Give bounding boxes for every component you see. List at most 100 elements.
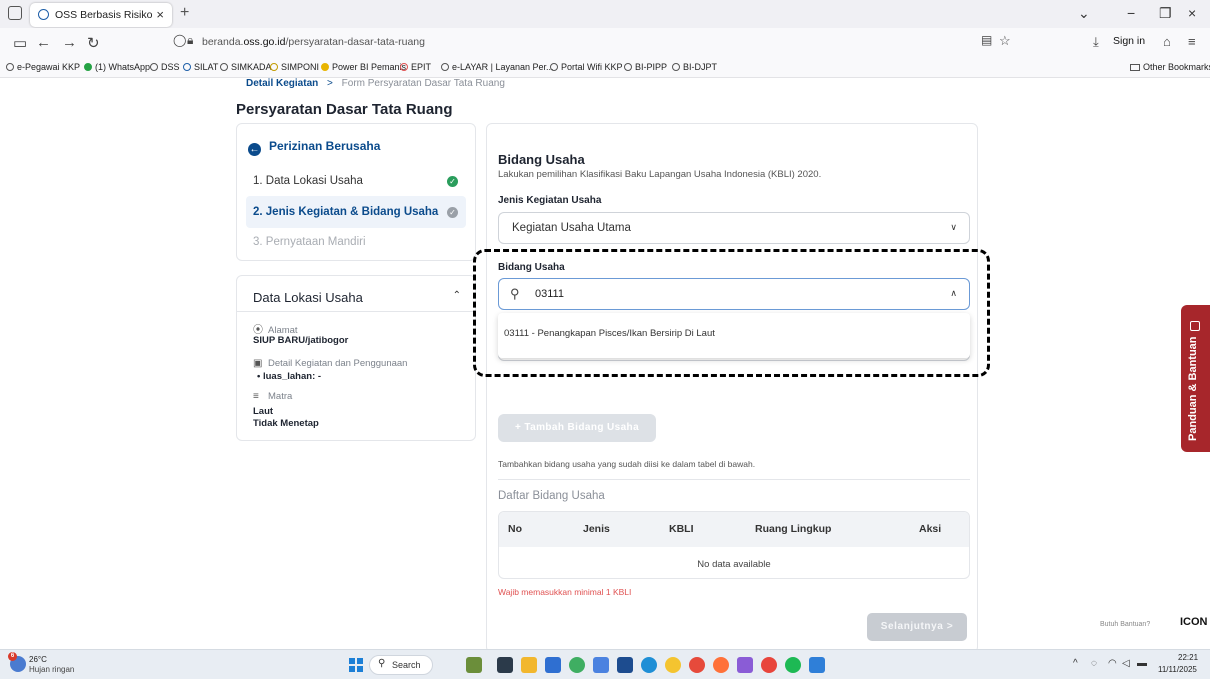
search-icon: ⚲ — [378, 658, 386, 669]
app-icon[interactable] — [593, 657, 609, 673]
os-taskbar: 6 26°C Hujan ringan ⚲ Search ^ ◌ ◠ ◁ ▬ 2… — [0, 649, 1210, 679]
chevron-up-icon[interactable]: ⌃ — [453, 290, 461, 301]
weather-description[interactable]: Hujan ringan — [29, 665, 74, 674]
app-icon[interactable] — [689, 657, 705, 673]
firefox-icon[interactable] — [713, 657, 729, 673]
jenis-kegiatan-select[interactable]: Kegiatan Usaha Utama ∨ — [498, 212, 970, 244]
browser-tab-bar: OSS Berbasis Risiko × + ⌄ − ❐ × — [0, 0, 1210, 28]
detail-value: • luas_lahan: - — [257, 371, 322, 382]
bookmark-item[interactable]: SIMPONI — [270, 62, 319, 72]
tab-close-icon[interactable]: × — [156, 7, 164, 22]
validation-error: Wajib memasukkan minimal 1 KBLI — [498, 587, 632, 597]
simponi-icon — [270, 63, 278, 71]
document-icon: ▣ — [253, 358, 263, 369]
whatsapp-icon — [84, 63, 92, 71]
tab-list-icon[interactable]: ⌄ — [1078, 5, 1090, 22]
globe-icon — [6, 63, 14, 71]
network-icon[interactable]: ◌ — [1091, 658, 1097, 669]
wifi-icon[interactable]: ◠ — [1108, 658, 1117, 669]
bookmark-item[interactable]: SIMKADA — [220, 62, 272, 72]
bookmark-item[interactable]: DSS — [150, 62, 180, 72]
clock-time[interactable]: 22:21 — [1178, 653, 1198, 662]
map-pin-icon: ⦿ — [253, 325, 263, 336]
step-data-lokasi[interactable]: 1. Data Lokasi Usaha — [253, 175, 363, 187]
bookmark-item[interactable]: (1) WhatsApp — [84, 62, 150, 72]
taskbar-search[interactable]: ⚲ Search — [369, 655, 433, 675]
back-arrow-icon[interactable]: ← — [36, 34, 51, 51]
next-button[interactable]: Selanjutnya > — [867, 613, 967, 641]
task-view-icon[interactable] — [497, 657, 513, 673]
restore-button[interactable]: ❐ — [1159, 5, 1172, 22]
page-title: Persyaratan Dasar Tata Ruang — [236, 101, 453, 118]
forward-arrow-icon[interactable]: → — [62, 34, 77, 51]
chrome-icon[interactable] — [761, 657, 777, 673]
matra-value-2: Tidak Menetap — [253, 418, 319, 429]
breadcrumb-link[interactable]: Detail Kegiatan — [246, 78, 318, 89]
bookmark-item[interactable]: Portal Wifi KKP — [550, 62, 623, 72]
spotify-icon[interactable] — [785, 657, 801, 673]
weather-temperature[interactable]: 26°C — [29, 655, 47, 664]
breadcrumb: Detail Kegiatan > Form Persyaratan Dasar… — [246, 78, 505, 89]
store-icon[interactable] — [545, 657, 561, 673]
check-circle-icon: ✓ — [447, 176, 458, 187]
bookmark-item[interactable]: e-Pegawai KKP — [6, 62, 80, 72]
app-icon[interactable] — [665, 657, 681, 673]
tab-overview-icon[interactable] — [8, 6, 22, 20]
bookmark-item[interactable]: EPIT — [400, 62, 431, 72]
file-explorer-icon[interactable] — [521, 657, 537, 673]
chevron-down-icon: ∨ — [950, 222, 957, 232]
sidebar-toggle-icon[interactable]: ▭ — [13, 34, 27, 52]
app-icon[interactable] — [809, 657, 825, 673]
browser-nav-bar: ▭ ← → ↻ ◯ 🔒︎ beranda.oss.go.id/persyarat… — [0, 28, 1210, 58]
app-icon[interactable] — [737, 657, 753, 673]
need-help-text[interactable]: Butuh Bantuan? — [1100, 621, 1150, 628]
bookmark-item[interactable]: BI-DJPT — [672, 62, 717, 72]
volume-icon[interactable]: ◁ — [1122, 658, 1130, 669]
reload-icon[interactable]: ↻ — [87, 34, 100, 52]
add-bidang-usaha-button[interactable]: + Tambah Bidang Usaha — [498, 414, 656, 442]
menu-icon[interactable]: ≡ — [1188, 34, 1196, 49]
edge-icon[interactable] — [641, 657, 657, 673]
matra-label: ≡ Matra — [253, 391, 293, 402]
battery-icon[interactable]: ▬ — [1137, 658, 1147, 669]
globe-icon — [441, 63, 449, 71]
detail-label: ▣ Detail Kegiatan dan Penggunaan — [253, 358, 408, 369]
url-text[interactable]: beranda.oss.go.id/persyaratan-dasar-tata… — [202, 36, 425, 48]
back-perizinan-link[interactable]: ← Perizinan Berusaha — [248, 139, 380, 156]
notification-badge: 6 — [8, 652, 17, 661]
extensions-icon[interactable]: ⌂ — [1163, 34, 1171, 49]
app-icon[interactable] — [466, 657, 482, 673]
step-jenis-kegiatan[interactable]: 2. Jenis Kegiatan & Bidang Usaha — [253, 206, 438, 218]
new-tab-button[interactable]: + — [180, 4, 189, 22]
clock-date[interactable]: 11/11/2025 — [1158, 665, 1197, 674]
other-bookmarks[interactable]: Other Bookmarks — [1130, 62, 1210, 72]
help-tab-label: Panduan & Bantuan — [1187, 336, 1199, 441]
minimize-button[interactable]: − — [1127, 5, 1135, 21]
lock-icon[interactable]: 🔒︎ — [187, 33, 193, 48]
bidang-usaha-card: Bidang Usaha Lakukan pemilihan Klasifika… — [486, 123, 978, 653]
app-icon[interactable] — [617, 657, 633, 673]
windows-start-icon[interactable] — [349, 658, 363, 672]
bookmark-item[interactable]: Power BI Pemanis — [321, 62, 406, 72]
bookmark-item[interactable]: e-LAYAR | Layanan Per... — [441, 62, 554, 72]
section-description: Lakukan pemilihan Klasifikasi Baku Lapan… — [498, 169, 822, 180]
help-tab[interactable]: Panduan & Bantuan — [1181, 305, 1210, 452]
epit-icon — [400, 63, 408, 71]
back-link-label: Perizinan Berusaha — [269, 139, 381, 153]
table-header-cell: Ruang Lingkup — [755, 523, 832, 535]
shield-icon[interactable]: ◯ — [173, 33, 186, 47]
globe-icon — [220, 63, 228, 71]
bookmark-item[interactable]: BI-PIPP — [624, 62, 667, 72]
reader-view-icon[interactable]: ▤ — [981, 33, 992, 47]
table-header-cell: KBLI — [669, 523, 694, 535]
sign-in-button[interactable]: Sign in — [1113, 35, 1145, 47]
whatsapp-app-icon[interactable] — [569, 657, 585, 673]
url-bar[interactable]: ◯ 🔒︎ beranda.oss.go.id/persyaratan-dasar… — [165, 32, 1011, 54]
download-icon[interactable]: ⤓ — [1093, 34, 1099, 50]
layers-icon: ≡ — [253, 391, 259, 402]
close-window-button[interactable]: × — [1188, 5, 1196, 21]
bookmark-star-icon[interactable]: ☆ — [999, 33, 1011, 49]
chevron-up-icon[interactable]: ^ — [1073, 658, 1078, 669]
browser-tab[interactable]: OSS Berbasis Risiko × — [30, 3, 172, 27]
bookmark-item[interactable]: SILAT — [183, 62, 218, 72]
